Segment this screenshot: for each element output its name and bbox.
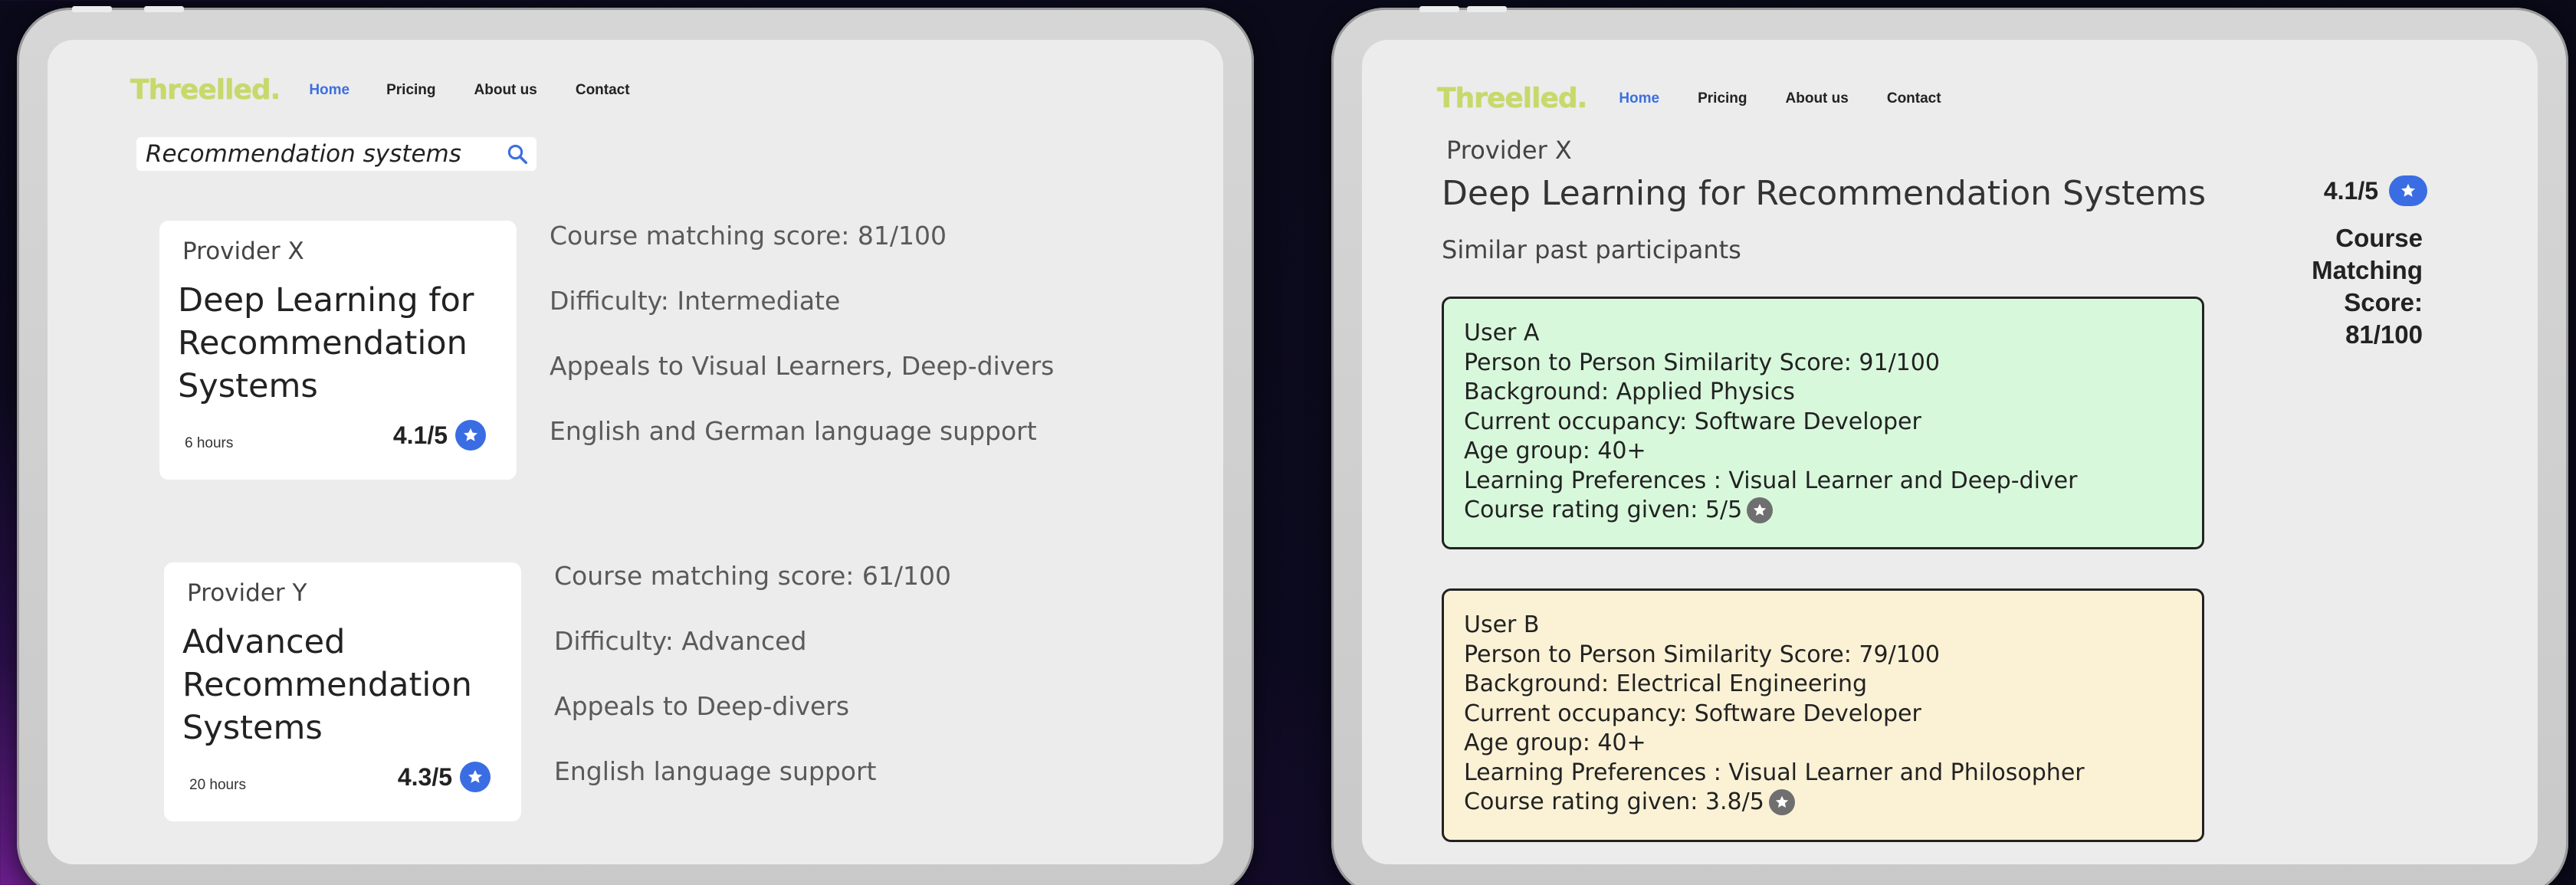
screen-search-results: Threelled. Home Pricing About us Contact…: [48, 40, 1223, 864]
screen-course-detail: Threelled. Home Pricing About us Contact…: [1362, 40, 2538, 864]
course-provider: Provider X: [1446, 136, 1572, 165]
search-input[interactable]: [146, 140, 506, 168]
feature-difficulty: Difficulty: Advanced: [554, 626, 807, 656]
participant-rating-given: Course rating given: 5/5: [1464, 497, 1743, 523]
search-icon[interactable]: [506, 143, 529, 166]
tablet-notch: [1467, 6, 1507, 12]
top-nav: Threelled. Home Pricing About us Contact: [1437, 83, 1941, 114]
nav-link-contact[interactable]: Contact: [1887, 90, 1941, 107]
course-card[interactable]: Provider Y Advanced Recommendation Syste…: [164, 562, 521, 821]
participant-rating-row: Course rating given: 3.8/5: [1464, 788, 2182, 818]
course-duration: 20 hours: [189, 777, 246, 793]
course-duration: 6 hours: [185, 435, 234, 451]
rating-value: 4.1/5: [392, 421, 448, 449]
course-title[interactable]: Deep Learning for Recommendation Systems: [178, 279, 507, 408]
nav-link-home[interactable]: Home: [1619, 90, 1659, 107]
nav-link-contact[interactable]: Contact: [576, 82, 630, 99]
nav-link-about[interactable]: About us: [1786, 90, 1849, 107]
participant-similarity: Person to Person Similarity Score: 91/10…: [1464, 349, 1940, 376]
feature-matching-score: Course matching score: 81/100: [550, 221, 947, 251]
star-icon: [2389, 175, 2427, 206]
page-title: Deep Learning for Recommendation Systems: [1442, 174, 2207, 213]
feature-language: English and German language support: [550, 416, 1037, 446]
participant-occupancy: Current occupancy: Software Developer: [1464, 408, 1921, 435]
rating-value: 4.3/5: [397, 762, 452, 791]
participant-learning-preferences: Learning Preferences : Visual Learner an…: [1464, 759, 2085, 786]
nav-link-pricing[interactable]: Pricing: [386, 82, 435, 99]
nav-link-home[interactable]: Home: [309, 82, 349, 99]
feature-matching-score: Course matching score: 61/100: [554, 561, 951, 591]
course-matching-score: Course Matching Score: 81/100: [2312, 224, 2423, 349]
course-provider: Provider Y: [187, 579, 307, 607]
participant-card-user-b[interactable]: User B Person to Person Similarity Score…: [1442, 588, 2204, 842]
course-card[interactable]: Provider X Deep Learning for Recommendat…: [159, 221, 517, 480]
participant-age-group: Age group: 40+: [1464, 729, 1646, 756]
tablet-course-detail: Threelled. Home Pricing About us Contact…: [1331, 6, 2568, 885]
feature-language: English language support: [554, 756, 877, 786]
search-bar: [136, 137, 537, 171]
tablet-notch: [72, 6, 112, 12]
course-rating: 4.1/5: [393, 420, 486, 451]
feature-difficulty: Difficulty: Intermediate: [550, 286, 841, 316]
participant-occupancy: Current occupancy: Software Developer: [1464, 700, 1921, 727]
top-nav: Threelled. Home Pricing About us Contact: [130, 74, 630, 106]
participant-rating-row: Course rating given: 5/5: [1464, 496, 2182, 526]
tablet-notch: [144, 6, 184, 12]
nav-link-pricing[interactable]: Pricing: [1698, 90, 1747, 107]
brand-logo[interactable]: Threelled.: [1437, 83, 1587, 114]
participant-age-group: Age group: 40+: [1464, 438, 1646, 464]
star-icon: [460, 762, 491, 792]
course-features: Course matching score: 61/100 Difficulty…: [554, 561, 951, 821]
nav-link-about[interactable]: About us: [474, 82, 537, 99]
course-rating: 4.3/5: [398, 762, 491, 792]
participant-name: User B: [1464, 611, 1540, 638]
participant-background: Background: Applied Physics: [1464, 379, 1795, 405]
rating-value: 4.1/5: [2323, 176, 2378, 205]
participant-name: User A: [1464, 320, 1540, 346]
course-title[interactable]: Advanced Recommendation Systems: [182, 621, 512, 749]
feature-learner-appeal: Appeals to Visual Learners, Deep-divers: [550, 351, 1055, 381]
participant-learning-preferences: Learning Preferences : Visual Learner an…: [1464, 467, 2078, 494]
brand-logo[interactable]: Threelled.: [130, 74, 281, 106]
participant-card-user-a[interactable]: User A Person to Person Similarity Score…: [1442, 297, 2204, 549]
tablet-notch: [1419, 6, 1459, 12]
participant-similarity: Person to Person Similarity Score: 79/10…: [1464, 641, 1940, 668]
course-features: Course matching score: 81/100 Difficulty…: [550, 221, 1054, 481]
course-provider: Provider X: [182, 238, 304, 265]
course-rating: 4.1/5: [2324, 175, 2427, 206]
star-icon: [1768, 789, 1795, 816]
section-heading-similar-participants: Similar past participants: [1442, 235, 1741, 264]
tablet-search-results: Threelled. Home Pricing About us Contact…: [17, 6, 1254, 885]
participant-rating-given: Course rating given: 3.8/5: [1464, 788, 1764, 815]
star-icon: [455, 420, 486, 451]
participant-background: Background: Electrical Engineering: [1464, 670, 1868, 697]
feature-learner-appeal: Appeals to Deep-divers: [554, 691, 850, 721]
star-icon: [1747, 497, 1774, 524]
